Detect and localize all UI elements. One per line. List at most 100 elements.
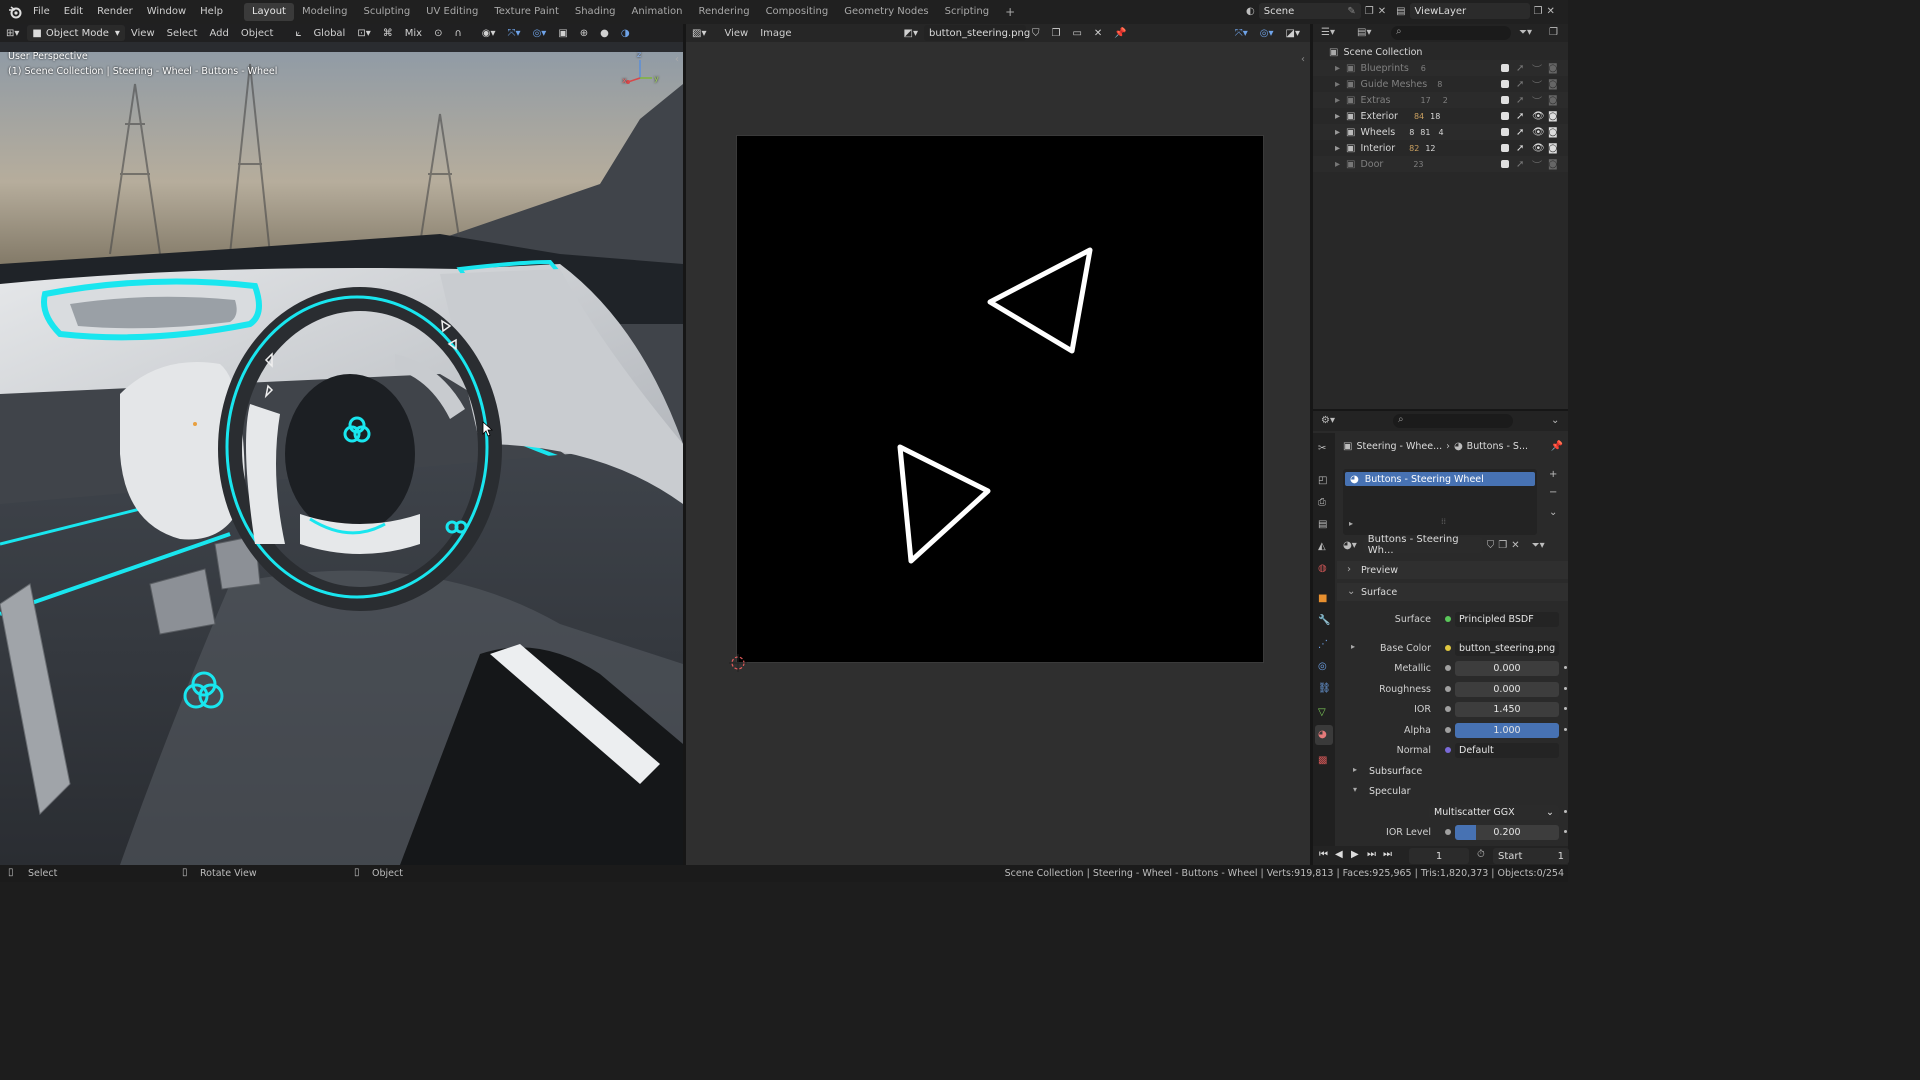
duplicate-material-icon[interactable]: ❐ <box>1498 540 1507 551</box>
data-tab-icon[interactable]: ▽ <box>1318 707 1326 718</box>
new-scene-icon[interactable]: ❐ <box>1365 6 1374 17</box>
tab-modeling[interactable]: Modeling <box>294 3 356 21</box>
pivot-icon[interactable]: ⊡▾ <box>351 28 376 39</box>
menu-object[interactable]: Object <box>235 28 280 39</box>
eye-icon[interactable]: 👁 <box>1532 127 1545 138</box>
tab-uv-editing[interactable]: UV Editing <box>418 3 486 21</box>
tree-item-door[interactable]: ▸ ▣ Door 23 ➚ ︶ ◙ <box>1313 156 1568 172</box>
alpha-slider[interactable]: 1.000 <box>1455 722 1559 738</box>
expand-arrow-icon[interactable]: ▸ <box>1335 127 1340 138</box>
shader-socket-icon[interactable] <box>1445 616 1451 622</box>
tab-shading[interactable]: Shading <box>567 3 624 21</box>
normal-field[interactable]: Default <box>1455 742 1559 758</box>
vector-socket-icon[interactable] <box>1445 747 1451 753</box>
tool-tab-icon[interactable]: ✂ <box>1318 443 1326 454</box>
pin-icon[interactable]: 📌 <box>1551 441 1563 452</box>
pin-icon[interactable]: ✎ <box>1347 6 1355 17</box>
exclude-checkbox[interactable] <box>1501 144 1509 152</box>
tree-item-exterior[interactable]: ▸ ▣ Exterior 84 18 ➚ 👁 ◙ <box>1313 108 1568 124</box>
value-socket-icon[interactable] <box>1445 686 1451 692</box>
unlink-material-icon[interactable]: ✕ <box>1511 540 1519 551</box>
mode-selector[interactable]: ■ Object Mode ▾ <box>27 25 125 41</box>
render-toggle-icon[interactable]: ◙ <box>1548 79 1558 90</box>
jump-keyframe-back-icon[interactable]: ◀ <box>1335 849 1343 860</box>
gizmo-icon[interactable]: ⤧▾ <box>502 28 527 39</box>
exclude-checkbox[interactable] <box>1501 64 1509 72</box>
menu-select[interactable]: Select <box>161 28 204 39</box>
view-layer-selector[interactable]: ViewLayer <box>1409 3 1530 19</box>
view-layer-icon[interactable]: ▤ <box>1396 6 1405 17</box>
tree-item-interior[interactable]: ▸ ▣ Interior 82 12 ➚ 👁 ◙ <box>1313 140 1568 156</box>
output-tab-icon[interactable]: ⎙ <box>1318 497 1326 508</box>
render-toggle-icon[interactable]: ◙ <box>1548 159 1558 170</box>
texture-tab-icon[interactable]: ▩ <box>1318 755 1327 766</box>
jump-keyframe-forward-icon[interactable]: ⏭ <box>1367 849 1376 860</box>
value-socket-icon[interactable] <box>1445 829 1451 835</box>
tab-animation[interactable]: Animation <box>624 3 691 21</box>
orientation-icon[interactable]: ⟀ <box>289 28 307 39</box>
tree-item-wheels[interactable]: ▸ ▣ Wheels 8 81 4 ➚ 👁 ◙ <box>1313 124 1568 140</box>
menu-file[interactable]: File <box>26 0 57 24</box>
subsurface-panel-header[interactable]: ▸ Subsurface <box>1337 762 1568 780</box>
3d-viewport[interactable]: ⊞▾ ■ Object Mode ▾ View Select Add Objec… <box>0 24 683 865</box>
snap-mode-selector[interactable]: Mix <box>399 28 428 39</box>
fake-user-shield-icon[interactable]: ⛉ <box>1487 540 1495 551</box>
image-browse-icon[interactable]: ◩▾ <box>898 28 924 39</box>
expand-arrow-icon[interactable]: ▸ <box>1335 143 1340 154</box>
camera-icon[interactable]: ◙ <box>1548 111 1558 122</box>
wireframe-shading-icon[interactable]: ⊕ <box>574 28 594 39</box>
image-gizmo-icon[interactable]: ⤧▾ <box>1229 28 1254 39</box>
camera-icon[interactable]: ◙ <box>1548 127 1558 138</box>
expand-arrow-icon[interactable]: ▸ <box>1335 159 1340 170</box>
image-overlay-icon[interactable]: ◎▾ <box>1254 28 1280 39</box>
falloff-icon[interactable]: ∩ <box>448 28 467 39</box>
image-editor-type-icon[interactable]: ▨▾ <box>686 28 712 39</box>
image-editor[interactable]: ▨▾ View Image ◩▾ button_steering.png ⛉ ❐… <box>686 24 1310 865</box>
expand-arrow-icon[interactable]: ▸ <box>1335 79 1340 90</box>
visibility-icon[interactable]: ◉▾ <box>476 28 502 39</box>
value-socket-icon[interactable] <box>1445 706 1451 712</box>
eye-icon[interactable]: 👁 <box>1532 143 1545 154</box>
hide-toggle-icon[interactable]: ︶ <box>1532 77 1542 92</box>
value-socket-icon[interactable] <box>1445 727 1451 733</box>
value-socket-icon[interactable] <box>1445 665 1451 671</box>
transform-orientation-selector[interactable]: Global <box>307 28 351 39</box>
select-toggle-icon[interactable]: ➚ <box>1516 111 1524 122</box>
fake-user-icon[interactable]: ⛉ <box>1026 28 1046 39</box>
select-toggle-icon[interactable]: ➚ <box>1516 63 1524 74</box>
menu-image-view[interactable]: View <box>718 28 754 39</box>
tab-layout[interactable]: Layout <box>243 3 294 21</box>
specular-panel-header[interactable]: ▾ Specular <box>1337 782 1568 800</box>
delete-view-layer-icon[interactable]: ✕ <box>1547 6 1555 17</box>
expand-arrow-icon[interactable]: ▸ <box>1335 63 1340 74</box>
image-name-field[interactable]: button_steering.png <box>924 25 1030 41</box>
breadcrumb-object[interactable]: Steering - Whee... <box>1356 441 1442 452</box>
eye-icon[interactable]: 👁 <box>1532 111 1545 122</box>
options-chevron-icon[interactable]: ⌄ <box>1551 415 1559 426</box>
render-toggle-icon[interactable]: ◙ <box>1548 63 1558 74</box>
tab-sculpting[interactable]: Sculpting <box>355 3 418 21</box>
color-socket-icon[interactable] <box>1445 645 1451 651</box>
world-tab-icon[interactable]: ◍ <box>1318 563 1327 574</box>
tree-item-blueprints[interactable]: ▸ ▣ Blueprints 6 ➚ ︶ ◙ <box>1313 60 1568 76</box>
metallic-slider[interactable]: 0.000 <box>1455 660 1559 676</box>
timer-icon[interactable]: ⏱ <box>1477 849 1485 860</box>
start-frame-field[interactable]: Start 1 <box>1493 848 1569 864</box>
keyframe-dot-icon[interactable] <box>1564 810 1567 813</box>
select-toggle-icon[interactable]: ➚ <box>1516 159 1524 170</box>
material-shading-icon[interactable]: ◑ <box>615 28 636 39</box>
material-type-icon[interactable]: ⏷▾ <box>1532 540 1545 551</box>
breadcrumb-material[interactable]: Buttons - S... <box>1467 441 1528 452</box>
constraints-tab-icon[interactable]: ⛓ <box>1318 683 1331 694</box>
tab-rendering[interactable]: Rendering <box>690 3 757 21</box>
add-workspace-button[interactable]: + <box>997 3 1023 21</box>
properties-search-input[interactable]: ⌕ <box>1393 414 1513 428</box>
new-image-icon[interactable]: ❐ <box>1046 28 1067 39</box>
browse-material-icon[interactable]: ◕▾ <box>1343 540 1357 551</box>
preview-panel-header[interactable]: › Preview <box>1337 561 1568 579</box>
slot-menu-icon[interactable]: ⌄ <box>1549 507 1557 518</box>
base-color-texture-field[interactable]: button_steering.png <box>1455 640 1559 656</box>
select-toggle-icon[interactable]: ➚ <box>1516 95 1524 106</box>
scene-tab-icon[interactable]: ◭ <box>1318 541 1326 552</box>
proportional-edit-icon[interactable]: ⊙ <box>428 28 448 39</box>
